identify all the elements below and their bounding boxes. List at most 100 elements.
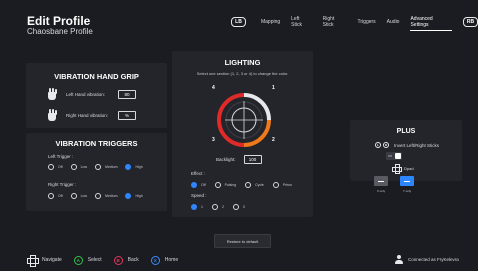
back-hint[interactable]: B Back (113, 255, 139, 265)
radio-selected-icon (125, 193, 132, 199)
right-trigger-medium[interactable]: Medium (95, 193, 117, 199)
speed-options: 1 2 3 (191, 204, 254, 210)
left-trigger-options: Off Low Medium High (48, 164, 151, 170)
tab-mapping[interactable]: Mapping (261, 16, 280, 28)
restore-default-button[interactable]: Restore to default (214, 234, 271, 248)
lighting-panel: LIGHTING Select one section (1, 2, 3 or … (172, 51, 313, 217)
right-trigger-low[interactable]: Low (70, 193, 87, 199)
left-trigger-high[interactable]: High (125, 164, 143, 170)
right-hand-vibration-icon (45, 108, 59, 122)
tab-bar: LB Mapping Left Stick Right Stick Trigge… (231, 13, 478, 31)
radio-icon (48, 164, 54, 170)
right-trigger-high[interactable]: High (125, 193, 143, 199)
plus-panel: PLUS L R Invert Left/Right Sticks Off Dp… (350, 120, 462, 193)
select-hint[interactable]: A Select (73, 255, 102, 265)
vibration-triggers-title: VIBRATION TRIGGERS (55, 139, 138, 148)
effect-cycle[interactable]: Cycle (245, 182, 264, 188)
left-trigger-off[interactable]: Off (48, 164, 63, 170)
edit-profile-screen: Edit Profile Chaosbane Profile LB Mappin… (0, 0, 478, 271)
rb-bumper-icon[interactable]: RB (463, 17, 478, 27)
effect-pulsing[interactable]: Pulsing (214, 182, 236, 188)
navigate-hint: Navigate (27, 255, 62, 267)
left-trigger-medium[interactable]: Medium (95, 164, 117, 170)
speed-3[interactable]: 3 (232, 204, 245, 210)
connected-label: Connected as FryKelevra (408, 257, 459, 262)
radio-icon (232, 204, 239, 210)
user-icon (395, 255, 403, 264)
y-only-icon (400, 176, 414, 186)
speed-2[interactable]: 2 (211, 204, 224, 210)
dpad-x-only-option[interactable]: X only (374, 176, 388, 193)
effect-label: Effect : (191, 171, 205, 176)
radio-icon (272, 182, 279, 188)
radio-icon (214, 182, 221, 188)
invert-sticks-row: L R Invert Left/Right Sticks (375, 142, 439, 148)
plus-title: PLUS (396, 128, 416, 135)
left-stick-icon: L (375, 142, 381, 148)
a-button-icon: A (73, 255, 83, 265)
right-hand-vibration-input[interactable]: % (118, 110, 136, 120)
radio-icon (70, 193, 77, 199)
page-title: Edit Profile (27, 14, 91, 28)
speed-label: Speed : (191, 193, 207, 198)
tab-right-stick[interactable]: Right Stick (323, 13, 347, 31)
radio-selected-icon (125, 164, 132, 170)
dpad-icon (392, 164, 402, 174)
lighting-hint: Select one section (1, 2, 3 or 4) to cha… (196, 71, 289, 76)
right-hand-vibration-label: Right Hand vibration: (66, 112, 109, 118)
effect-options: Off Pulsing Cycle Prism (191, 182, 301, 188)
x-only-icon (374, 176, 388, 186)
tab-audio[interactable]: Audio (387, 16, 400, 28)
dpad-icon (27, 255, 39, 267)
left-hand-vibration-icon (45, 87, 59, 101)
light-ring[interactable] (215, 91, 273, 149)
vibration-triggers-panel: VIBRATION TRIGGERS Left Trigger : Off Lo… (26, 133, 167, 211)
radio-icon (48, 193, 54, 199)
vibration-hand-grip-title: VIBRATION HAND GRIP (54, 72, 139, 81)
light-ring-svg (217, 93, 271, 147)
effect-prism[interactable]: Prism (272, 182, 292, 188)
y-only-label: Y only (402, 189, 412, 193)
right-trigger-label: Right Trigger : (48, 182, 77, 187)
right-stick-icon: R (383, 142, 389, 148)
tab-advanced-settings[interactable]: Advanced Settings (410, 13, 452, 31)
connected-status: Connected as FryKelevra (395, 255, 459, 264)
speed-1[interactable]: 1 (191, 204, 203, 210)
backlight-input[interactable]: 100 (243, 155, 262, 164)
radio-selected-icon (191, 204, 197, 210)
left-trigger-low[interactable]: Low (70, 164, 87, 170)
backlight-label: Backlight: (216, 157, 236, 162)
lb-bumper-icon[interactable]: LB (231, 17, 246, 27)
footer-hints: Navigate A Select B Back X Home (27, 255, 190, 267)
lighting-title: LIGHTING (224, 58, 261, 67)
invert-sticks-label: Invert Left/Right Sticks (394, 142, 440, 148)
left-hand-vibration-row: Left Hand vibration: 80 (45, 87, 136, 101)
b-button-icon: B (113, 255, 123, 265)
dpad-y-only-option[interactable]: Y only (400, 176, 414, 193)
left-hand-vibration-label: Left Hand vibration: (66, 91, 106, 97)
radio-icon (70, 164, 77, 170)
dpad-row: Dpad (392, 164, 414, 174)
dpad-options: X only Y only (374, 176, 426, 193)
radio-icon (245, 182, 252, 188)
radio-icon (95, 193, 102, 199)
profile-name: Chaosbane Profile (27, 27, 93, 36)
radio-selected-icon (191, 182, 197, 188)
vibration-hand-grip-panel: VIBRATION HAND GRIP Left Hand vibration:… (26, 63, 167, 128)
backlight-row: Backlight: 100 (216, 155, 262, 164)
x-only-label: X only (376, 189, 386, 193)
x-button-icon: X (150, 255, 160, 265)
tab-left-stick[interactable]: Left Stick (291, 13, 312, 31)
tab-triggers[interactable]: Triggers (358, 16, 376, 28)
right-trigger-options: Off Low Medium High (48, 193, 151, 199)
invert-sticks-toggle[interactable]: Off (386, 152, 402, 160)
effect-off[interactable]: Off (191, 182, 206, 188)
home-hint[interactable]: X Home (150, 255, 178, 265)
left-hand-vibration-input[interactable]: 80 (118, 89, 136, 99)
radio-icon (95, 164, 102, 170)
right-hand-vibration-row: Right Hand vibration: % (45, 108, 136, 122)
left-trigger-label: Left Trigger : (48, 154, 74, 159)
dpad-label: Dpad (404, 165, 414, 171)
right-trigger-off[interactable]: Off (48, 193, 63, 199)
radio-icon (211, 204, 218, 210)
